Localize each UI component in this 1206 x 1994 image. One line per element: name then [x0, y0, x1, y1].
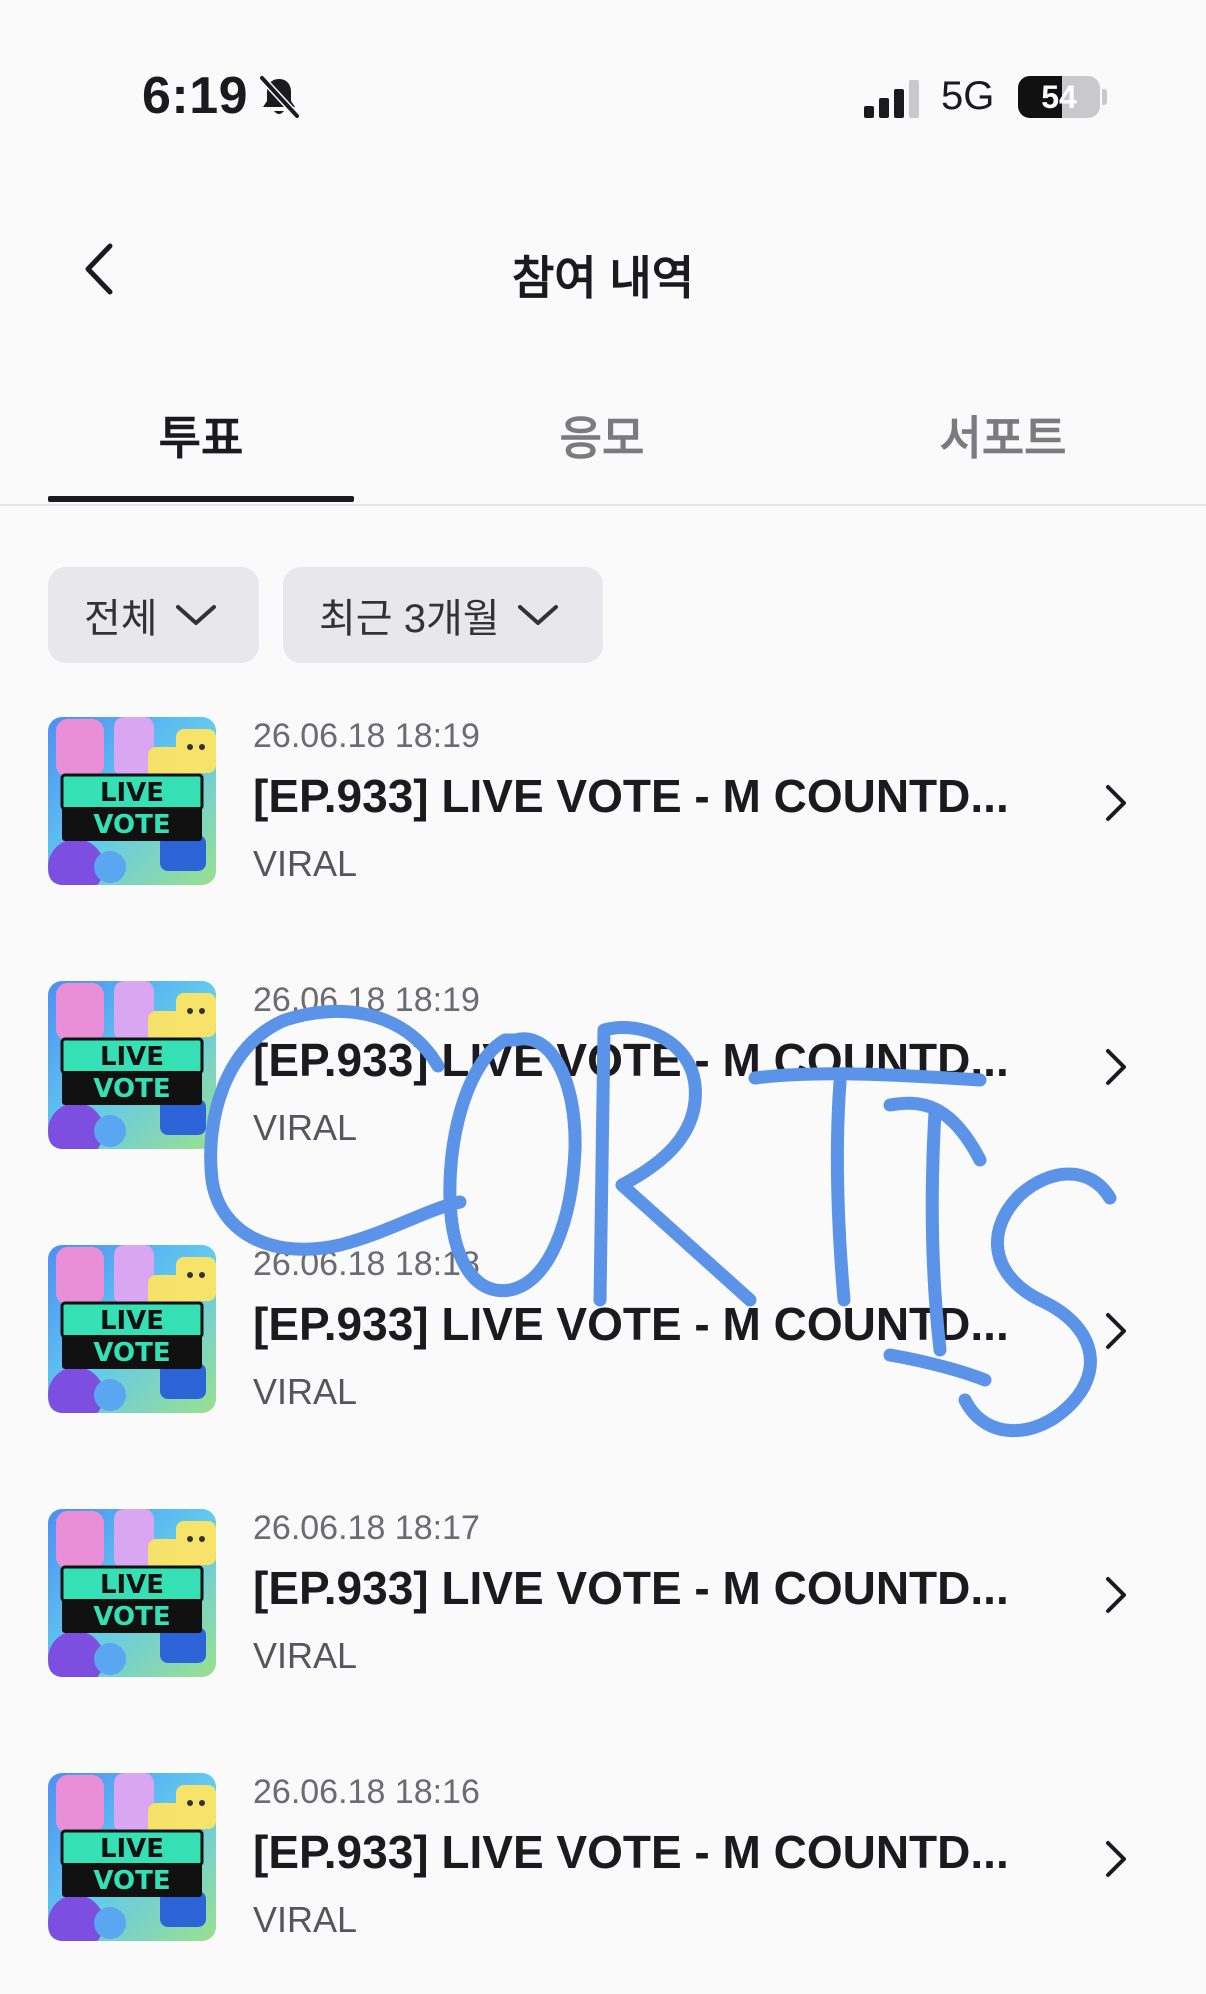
category-filter-label: 전체 [84, 597, 158, 641]
item-artist: VIRAL [253, 1635, 358, 1676]
nav-header: 참여 내역 [0, 210, 1206, 330]
tab-vote[interactable]: 투표 [48, 402, 354, 502]
item-date: 26.06.18 18:16 [253, 1773, 480, 1811]
bell-muted-icon [259, 75, 300, 119]
item-title: [EP.933] LIVE VOTE - M COUNTD... [253, 770, 1009, 822]
chevron-right-icon [1106, 1313, 1126, 1349]
period-filter-dropdown[interactable]: 최근 3개월 [283, 567, 603, 663]
active-tab-indicator [48, 496, 354, 502]
live-vote-thumbnail: LIVE VOTE [48, 1245, 216, 1413]
battery-cap [1102, 89, 1107, 105]
page-title: 참여 내역 [511, 252, 695, 304]
item-title: [EP.933] LIVE VOTE - M COUNTD... [253, 1826, 1009, 1878]
period-filter-label: 최근 3개월 [319, 597, 500, 641]
list-item[interactable]: LIVE VOTE 26.06.18 18:18 [EP.933] LIVE VOTE… [0, 1245, 1206, 1475]
thumb-text-1: LIVE [100, 1834, 164, 1864]
participation-history-screen: 6:19 5G 54 참여 내역 투표 응모 서포트 전체 최근 3개월 LIV… [0, 0, 1206, 1994]
item-date: 26.06.18 18:19 [253, 981, 480, 1019]
live-vote-thumbnail: LIVE VOTE [48, 1773, 216, 1941]
list-item[interactable]: LIVE VOTE 26.06.18 18:19 [EP.933] LIVE VOTE… [0, 981, 1206, 1211]
battery-icon: 54 [1018, 76, 1100, 118]
chevron-down-icon [175, 605, 216, 625]
chevron-right-icon [1106, 1577, 1126, 1613]
thumb-text-2: VOTE [93, 810, 170, 840]
tab-entry[interactable]: 응모 [449, 402, 755, 502]
status-time: 6:19 [142, 67, 249, 125]
battery-percent: 54 [1041, 79, 1077, 115]
list-item[interactable]: LIVE VOTE 26.06.18 18:16 [EP.933] LIVE VOTE… [0, 1773, 1206, 1994]
chevron-right-icon [1106, 785, 1126, 821]
item-date: 26.06.18 18:18 [253, 1245, 480, 1283]
item-artist: VIRAL [253, 843, 358, 884]
list-item[interactable]: LIVE VOTE 26.06.18 18:17 [EP.933] LIVE VOTE… [0, 1509, 1206, 1739]
thumb-text-2: VOTE [93, 1866, 170, 1896]
chevron-right-icon [1106, 1841, 1126, 1877]
network-type: 5G [941, 74, 995, 118]
thumb-text-2: VOTE [93, 1338, 170, 1368]
item-date: 26.06.18 18:19 [253, 717, 480, 755]
live-vote-thumbnail: LIVE VOTE [48, 981, 216, 1149]
status-bar: 6:19 5G 54 [0, 0, 1206, 190]
thumb-text-1: LIVE [100, 1042, 164, 1072]
chevron-down-icon [517, 605, 558, 625]
item-date: 26.06.18 18:17 [253, 1509, 480, 1547]
live-vote-thumbnail: LIVE VOTE [48, 1509, 216, 1677]
item-title: [EP.933] LIVE VOTE - M COUNTD... [253, 1298, 1009, 1350]
list-item[interactable]: LIVE VOTE 26.06.18 18:19 [EP.933] LIVE VOTE… [0, 717, 1206, 947]
cellular-signal-icon [864, 80, 919, 118]
item-artist: VIRAL [253, 1371, 358, 1412]
item-title: [EP.933] LIVE VOTE - M COUNTD... [253, 1562, 1009, 1614]
item-artist: VIRAL [253, 1899, 358, 1940]
thumb-text-2: VOTE [93, 1602, 170, 1632]
thumb-text-1: LIVE [100, 1306, 164, 1336]
thumb-text-1: LIVE [100, 778, 164, 808]
live-vote-thumbnail: LIVE VOTE [48, 717, 216, 885]
item-artist: VIRAL [253, 1107, 358, 1148]
chevron-right-icon [1106, 1049, 1126, 1085]
tab-bar: 투표 응모 서포트 [0, 380, 1206, 506]
item-title: [EP.933] LIVE VOTE - M COUNTD... [253, 1034, 1009, 1086]
category-filter-dropdown[interactable]: 전체 [48, 567, 259, 663]
tab-support[interactable]: 서포트 [850, 402, 1156, 502]
thumb-text-2: VOTE [93, 1074, 170, 1104]
thumb-text-1: LIVE [100, 1570, 164, 1600]
